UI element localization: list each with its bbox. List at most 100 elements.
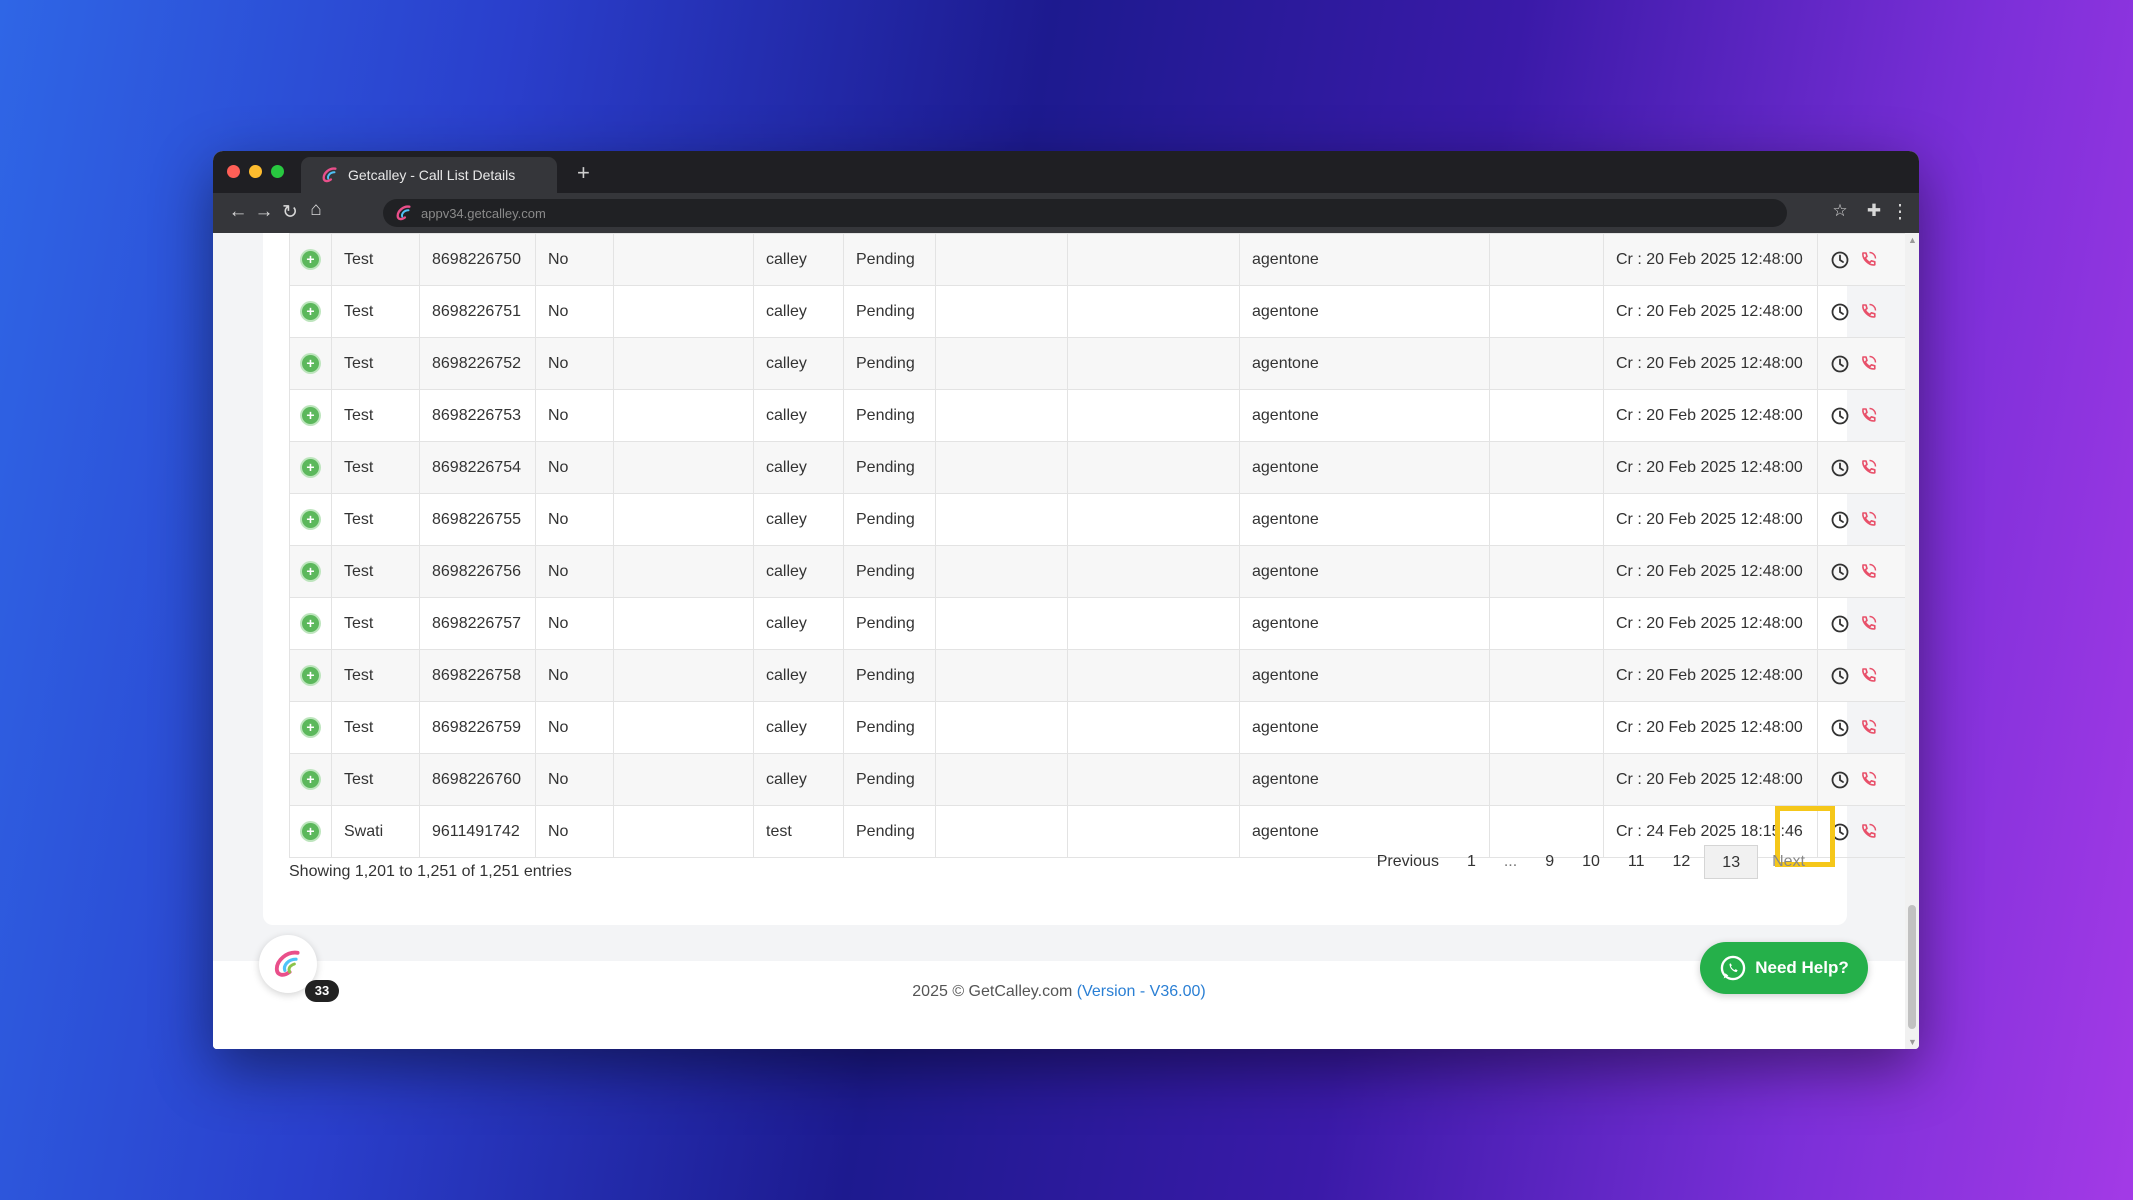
clock-icon[interactable] bbox=[1830, 250, 1850, 270]
browser-tab-active[interactable]: Getcalley - Call List Details bbox=[301, 157, 557, 193]
cell-status: Pending bbox=[843, 805, 936, 858]
close-window-button[interactable] bbox=[227, 165, 240, 178]
pagination-page-11[interactable]: 11 bbox=[1614, 845, 1659, 879]
plus-circle-icon[interactable]: + bbox=[302, 770, 319, 788]
clock-icon[interactable] bbox=[1830, 458, 1850, 478]
row-expand-cell: + bbox=[289, 805, 332, 858]
phone-icon[interactable] bbox=[1858, 718, 1878, 738]
cell-created: Cr : 20 Feb 2025 12:48:00 bbox=[1603, 649, 1818, 702]
plus-circle-icon[interactable]: + bbox=[302, 406, 319, 424]
pagination-next[interactable]: Next bbox=[1758, 845, 1819, 879]
cell-col7 bbox=[935, 233, 1068, 286]
scroll-up-arrow-icon[interactable]: ▲ bbox=[1908, 235, 1917, 245]
getcalley-logo-icon bbox=[274, 950, 300, 977]
pagination-page-9[interactable]: 9 bbox=[1531, 845, 1568, 879]
cell-list: calley bbox=[753, 649, 844, 702]
phone-icon[interactable] bbox=[1858, 354, 1878, 374]
table-row: + Test 8698226751 No calley Pending agentone Cr… bbox=[289, 285, 1919, 338]
scrollbar-thumb[interactable] bbox=[1908, 905, 1916, 1029]
plus-circle-icon[interactable]: + bbox=[302, 718, 319, 736]
cell-col8 bbox=[1067, 233, 1240, 286]
cell-col10 bbox=[1489, 493, 1604, 546]
cell-created: Cr : 20 Feb 2025 12:48:00 bbox=[1603, 441, 1818, 494]
phone-icon[interactable] bbox=[1858, 302, 1878, 322]
pagination-page-13[interactable]: 13 bbox=[1704, 845, 1759, 879]
cell-status: Pending bbox=[843, 285, 936, 338]
plus-circle-icon[interactable]: + bbox=[302, 250, 319, 268]
table-row: + Test 8698226759 No calley Pending agentone Cr… bbox=[289, 701, 1919, 754]
back-arrow-icon[interactable]: ← bbox=[227, 201, 249, 223]
cell-flag: No bbox=[535, 701, 614, 754]
bookmark-star-icon[interactable]: ☆ bbox=[1829, 201, 1851, 221]
plus-circle-icon[interactable]: + bbox=[302, 822, 319, 840]
cell-status: Pending bbox=[843, 337, 936, 390]
cell-created: Cr : 20 Feb 2025 12:48:00 bbox=[1603, 285, 1818, 338]
clock-icon[interactable] bbox=[1830, 770, 1850, 790]
phone-icon[interactable] bbox=[1858, 458, 1878, 478]
home-icon[interactable]: ⌂ bbox=[305, 199, 327, 221]
phone-icon[interactable] bbox=[1858, 822, 1878, 842]
extensions-puzzle-icon[interactable]: ✚ bbox=[1863, 201, 1885, 221]
cell-flag: No bbox=[535, 441, 614, 494]
clock-icon[interactable] bbox=[1830, 562, 1850, 582]
table-row: + Test 8698226758 No calley Pending agentone Cr… bbox=[289, 649, 1919, 702]
pagination-page-1[interactable]: 1 bbox=[1453, 845, 1490, 879]
clock-icon[interactable] bbox=[1830, 406, 1850, 426]
cell-created: Cr : 20 Feb 2025 12:48:00 bbox=[1603, 233, 1818, 286]
phone-icon[interactable] bbox=[1858, 614, 1878, 634]
clock-icon[interactable] bbox=[1830, 614, 1850, 634]
phone-icon[interactable] bbox=[1858, 250, 1878, 270]
clock-icon[interactable] bbox=[1830, 354, 1850, 374]
cell-status: Pending bbox=[843, 649, 936, 702]
row-expand-cell: + bbox=[289, 701, 332, 754]
minimize-window-button[interactable] bbox=[249, 165, 262, 178]
need-help-button[interactable]: Need Help? bbox=[1700, 942, 1868, 994]
plus-circle-icon[interactable]: + bbox=[302, 666, 319, 684]
phone-icon[interactable] bbox=[1858, 770, 1878, 790]
row-actions-cell bbox=[1817, 285, 1919, 338]
cell-col7 bbox=[935, 493, 1068, 546]
reload-icon[interactable]: ↻ bbox=[279, 201, 301, 224]
cell-col4 bbox=[613, 441, 754, 494]
phone-icon[interactable] bbox=[1858, 666, 1878, 686]
plus-circle-icon[interactable]: + bbox=[302, 510, 319, 528]
row-expand-cell: + bbox=[289, 649, 332, 702]
cell-col4 bbox=[613, 597, 754, 650]
maximize-window-button[interactable] bbox=[271, 165, 284, 178]
phone-icon[interactable] bbox=[1858, 406, 1878, 426]
scroll-down-arrow-icon[interactable]: ▼ bbox=[1908, 1037, 1917, 1047]
plus-circle-icon[interactable]: + bbox=[302, 562, 319, 580]
cell-agent: agentone bbox=[1239, 753, 1490, 806]
footer-version-link[interactable]: (Version - V36.00) bbox=[1077, 983, 1206, 1000]
cell-col7 bbox=[935, 285, 1068, 338]
cell-col4 bbox=[613, 701, 754, 754]
cell-col8 bbox=[1067, 545, 1240, 598]
plus-circle-icon[interactable]: + bbox=[302, 458, 319, 476]
clock-icon[interactable] bbox=[1830, 666, 1850, 686]
plus-circle-icon[interactable]: + bbox=[302, 354, 319, 372]
plus-circle-icon[interactable]: + bbox=[302, 302, 319, 320]
cell-agent: agentone bbox=[1239, 701, 1490, 754]
forward-arrow-icon[interactable]: → bbox=[253, 201, 275, 223]
cell-name: Swati bbox=[331, 805, 420, 858]
call-list-table: + Test 8698226750 No calley Pending agentone Cr… bbox=[289, 233, 1919, 858]
cell-col10 bbox=[1489, 753, 1604, 806]
new-tab-button[interactable]: + bbox=[577, 160, 590, 186]
cell-col7 bbox=[935, 337, 1068, 390]
pagination-page-12[interactable]: 12 bbox=[1659, 845, 1705, 879]
clock-icon[interactable] bbox=[1830, 510, 1850, 530]
cell-phone: 8698226760 bbox=[419, 753, 536, 806]
pagination-previous[interactable]: Previous bbox=[1363, 845, 1453, 879]
cell-flag: No bbox=[535, 493, 614, 546]
row-expand-cell: + bbox=[289, 233, 332, 286]
address-bar[interactable]: appv34.getcalley.com bbox=[383, 199, 1787, 227]
phone-icon[interactable] bbox=[1858, 562, 1878, 582]
plus-circle-icon[interactable]: + bbox=[302, 614, 319, 632]
clock-icon[interactable] bbox=[1830, 302, 1850, 322]
clock-icon[interactable] bbox=[1830, 718, 1850, 738]
phone-icon[interactable] bbox=[1858, 510, 1878, 530]
page-scrollbar[interactable]: ▲ ▼ bbox=[1905, 233, 1919, 1049]
pagination-page-10[interactable]: 10 bbox=[1568, 845, 1614, 879]
browser-menu-icon[interactable]: ⋮ bbox=[1889, 201, 1911, 224]
cell-agent: agentone bbox=[1239, 649, 1490, 702]
